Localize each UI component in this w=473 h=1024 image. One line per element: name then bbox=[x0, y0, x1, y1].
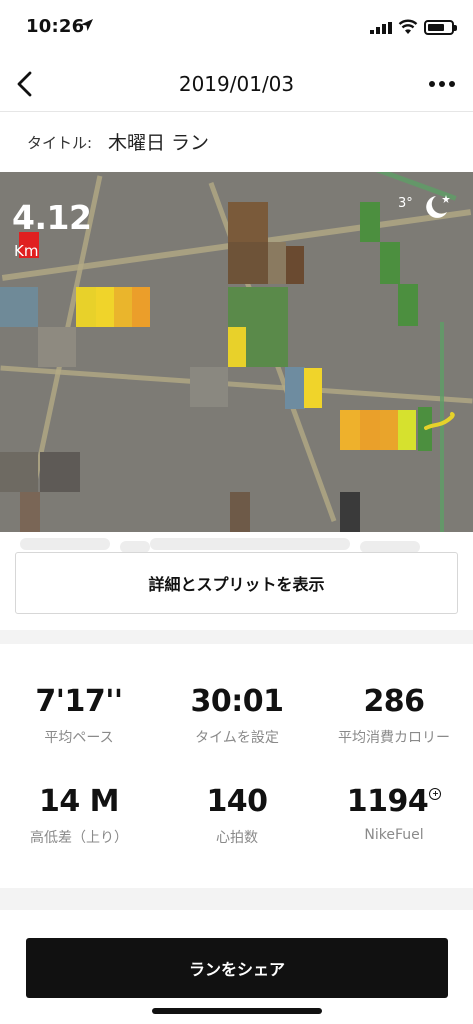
route-segment-orange bbox=[360, 410, 380, 450]
moon-weather-icon bbox=[426, 195, 450, 218]
stat-calories: 286 平均消費カロリー bbox=[315, 684, 473, 747]
map-tile bbox=[340, 492, 360, 532]
route-map[interactable]: 4.12 Km 3° bbox=[0, 172, 473, 532]
map-tile bbox=[268, 242, 286, 284]
stat-value: 1194 bbox=[346, 784, 429, 819]
more-options-icon[interactable] bbox=[425, 70, 459, 98]
map-tile bbox=[20, 492, 40, 532]
stat-value: 286 bbox=[363, 684, 425, 719]
section-divider bbox=[0, 888, 473, 910]
route-segment-orange bbox=[132, 287, 150, 327]
map-tile bbox=[0, 452, 38, 492]
route-segment-yellow bbox=[228, 327, 246, 367]
map-tile bbox=[38, 327, 76, 367]
wifi-icon bbox=[398, 19, 418, 34]
stat-elevation: 14 M 高低差（上り） bbox=[0, 784, 158, 847]
page-title: 2019/01/03 bbox=[178, 72, 295, 96]
map-tile bbox=[230, 492, 250, 532]
status-bar: 10:26 bbox=[0, 0, 473, 56]
status-time: 10:26 bbox=[26, 16, 85, 37]
stat-label: 平均消費カロリー bbox=[338, 730, 450, 746]
stat-average-pace: 7'17'' 平均ペース bbox=[0, 684, 158, 747]
nikefuel-icon: + bbox=[429, 788, 442, 800]
home-indicator[interactable] bbox=[152, 1008, 322, 1014]
route-segment-orange bbox=[114, 287, 132, 327]
distance-unit: Km bbox=[14, 242, 39, 260]
route-segment-green bbox=[398, 284, 418, 326]
run-title-value[interactable]: 木曜日 ラン bbox=[108, 128, 209, 155]
map-tile bbox=[190, 367, 228, 407]
stat-label: 平均ペース bbox=[44, 730, 114, 746]
stat-label: NikeFuel bbox=[364, 827, 424, 843]
map-tile bbox=[228, 202, 268, 242]
stat-label: 高低差（上り） bbox=[30, 830, 128, 846]
map-tile bbox=[286, 246, 304, 284]
route-segment-green bbox=[380, 242, 400, 284]
route-segment-lime bbox=[398, 410, 416, 450]
stat-value: 14 M bbox=[38, 784, 120, 819]
route-segment-yellow bbox=[304, 368, 322, 408]
route-segment-green bbox=[360, 202, 380, 242]
run-title-label: タイトル: bbox=[27, 134, 93, 152]
route-segment-orange bbox=[380, 410, 398, 450]
share-run-button[interactable]: ランをシェア bbox=[26, 938, 448, 998]
route-segment-orange bbox=[340, 410, 360, 450]
stat-value: 140 bbox=[206, 784, 268, 819]
location-arrow-icon bbox=[81, 19, 93, 31]
stat-value: 30:01 bbox=[190, 684, 285, 719]
stat-label: タイムを設定 bbox=[195, 730, 279, 746]
run-distance: 4.12 bbox=[12, 198, 92, 237]
route-segment-yellow bbox=[96, 287, 114, 327]
stat-label: 心拍数 bbox=[216, 830, 258, 846]
section-divider bbox=[0, 630, 473, 644]
route-end-marker bbox=[424, 412, 455, 430]
route-segment-yellow bbox=[76, 287, 96, 327]
battery-icon bbox=[424, 20, 457, 35]
stat-nikefuel: 1194 + NikeFuel bbox=[315, 784, 473, 843]
show-details-splits-button[interactable]: 詳細とスプリットを表示 bbox=[15, 552, 458, 614]
map-tile bbox=[285, 367, 305, 409]
map-tile bbox=[0, 287, 38, 327]
run-title-row[interactable]: タイトル: 木曜日 ラン bbox=[0, 112, 473, 172]
map-tile bbox=[228, 242, 268, 284]
map-tile bbox=[40, 452, 80, 492]
stat-value: 7'17'' bbox=[35, 684, 123, 719]
nav-bar: 2019/01/03 bbox=[0, 56, 473, 112]
stat-time: 30:01 タイムを設定 bbox=[158, 684, 316, 747]
stat-heart-rate: 140 心拍数 bbox=[158, 784, 316, 847]
weather-temperature: 3° bbox=[398, 196, 413, 211]
signal-icon bbox=[370, 22, 392, 34]
